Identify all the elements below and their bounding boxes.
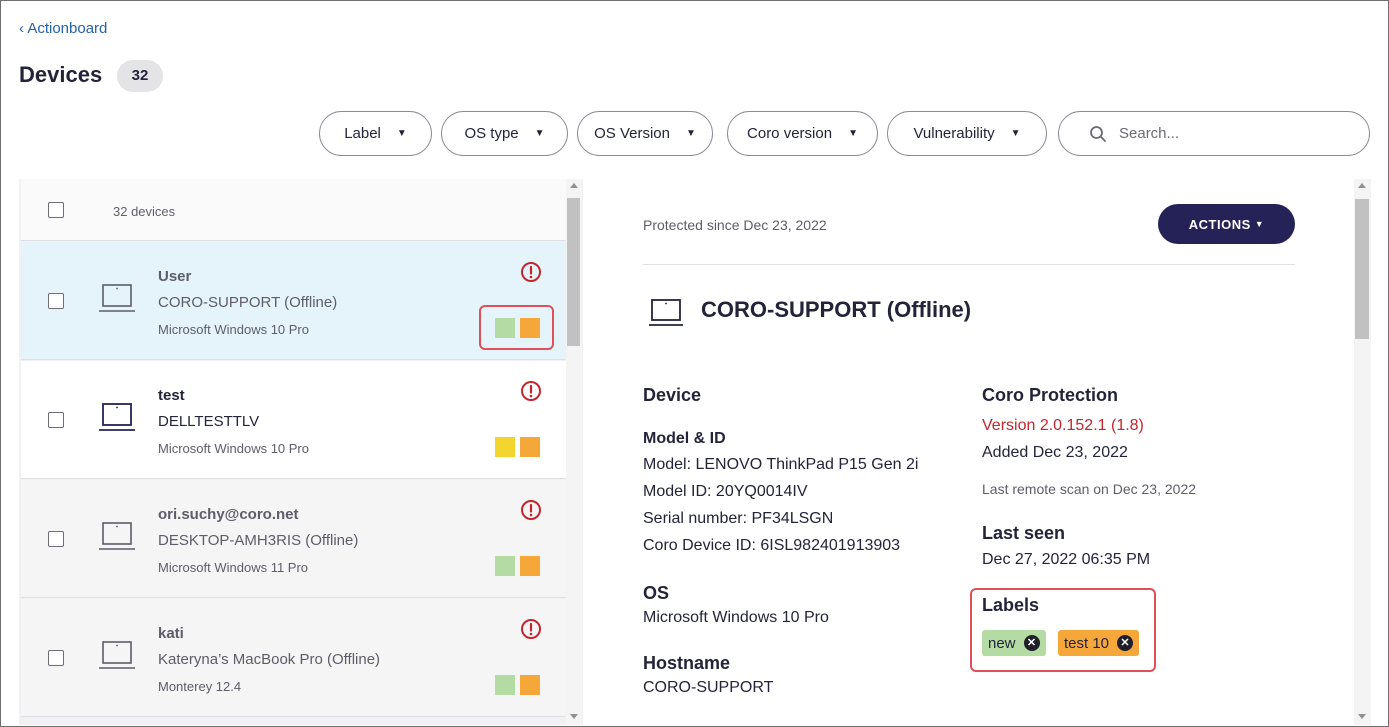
last-seen-heading: Last seen: [982, 523, 1066, 543]
detail-scrollbar-thumb[interactable]: [1355, 199, 1369, 339]
device-hostname: DELLTESTTLV: [158, 413, 260, 430]
device-title: CORO-SUPPORT (Offline): [701, 297, 972, 322]
laptop-icon: [99, 641, 135, 669]
list-header: 32 devices: [21, 179, 566, 241]
actions-button[interactable]: ACTIONS ▼: [1158, 204, 1295, 244]
device-os: Microsoft Windows 10 Pro: [158, 322, 309, 337]
device-hostname: CORO-SUPPORT (Offline): [158, 294, 338, 311]
last-seen-value: Dec 27, 2022 06:35 PM: [982, 551, 1151, 568]
row-checkbox[interactable]: [48, 531, 64, 547]
coro-device-id-value: Coro Device ID: 6ISL982401913903: [643, 537, 901, 554]
chevron-down-icon: ▼: [685, 128, 696, 139]
list-scrollbar-thumb[interactable]: [567, 198, 580, 346]
filter-label[interactable]: Label ▼: [319, 111, 432, 156]
divider: [643, 264, 1295, 265]
label-color-square: [495, 556, 515, 576]
device-list: 32 devices User CORO-SUPPORT (Offline) M…: [21, 179, 566, 725]
search-box[interactable]: [1058, 111, 1370, 156]
device-row-kati[interactable]: kati Kateryna’s MacBook Pro (Offline) Mo…: [21, 599, 566, 717]
model-heading: Model & ID: [643, 430, 726, 447]
alert-icon: [521, 262, 541, 282]
device-count-badge: 32: [117, 60, 163, 92]
serial-number-value: Serial number: PF34LSGN: [643, 510, 834, 527]
filter-os-version[interactable]: OS Version ▼: [577, 111, 713, 156]
os-value: Microsoft Windows 10 Pro: [643, 609, 829, 626]
os-heading: OS: [643, 583, 670, 603]
filter-os-type-text: OS type: [464, 125, 519, 142]
label-color-square: [520, 675, 540, 695]
filter-vulnerability[interactable]: Vulnerability ▼: [887, 111, 1047, 156]
device-row-test[interactable]: test DELLTESTTLV Microsoft Windows 10 Pr…: [21, 361, 566, 479]
scroll-down-icon: [1358, 714, 1366, 719]
coro-protection-heading: Coro Protection: [982, 385, 1119, 405]
filter-label-text: Label: [344, 125, 381, 142]
device-hostname: Kateryna’s MacBook Pro (Offline): [158, 651, 381, 668]
device-name: User: [158, 268, 192, 285]
chevron-down-icon: ▼: [848, 128, 858, 139]
device-name: kati: [158, 625, 184, 642]
filter-vulnerability-text: Vulnerability: [913, 125, 995, 142]
chevron-down-icon: ▼: [534, 128, 545, 139]
coro-version-link[interactable]: Version 2.0.152.1 (1.8): [982, 417, 1144, 435]
device-heading: Device: [643, 385, 702, 405]
device-row-user[interactable]: User CORO-SUPPORT (Offline) Microsoft Wi…: [21, 242, 566, 360]
device-os: Microsoft Windows 10 Pro: [158, 441, 309, 456]
scroll-up-icon: [570, 183, 578, 188]
device-detail-panel: Protected since Dec 23, 2022 ACTIONS ▼ C…: [583, 179, 1354, 725]
actions-label: ACTIONS: [1188, 216, 1251, 232]
hostname-heading: Hostname: [643, 653, 731, 673]
row-checkbox[interactable]: [48, 293, 64, 309]
select-all-checkbox[interactable]: [48, 202, 64, 218]
model-value: Model: LENOVO ThinkPad P15 Gen 2i: [643, 456, 919, 473]
device-name: test: [158, 387, 185, 404]
device-os: Microsoft Windows 11 Pro: [158, 560, 309, 575]
laptop-icon: [99, 403, 135, 431]
hostname-value: CORO-SUPPORT: [643, 679, 774, 696]
search-icon: [1090, 125, 1106, 142]
row-checkbox[interactable]: [48, 650, 64, 666]
alert-icon: [521, 619, 541, 639]
label-color-square: [495, 437, 515, 457]
device-name: ori.suchy@coro.net: [158, 506, 299, 523]
device-row-ori-suchy[interactable]: ori.suchy@coro.net DESKTOP-AMH3RIS (Offl…: [21, 480, 566, 598]
chevron-down-icon: ▼: [396, 128, 407, 139]
row-checkbox[interactable]: [48, 412, 64, 428]
scroll-down-icon: [570, 714, 578, 719]
device-count-label: 32 devices: [113, 204, 176, 219]
filter-coro-version-text: Coro version: [747, 125, 833, 142]
last-remote-scan: Last remote scan on Dec 23, 2022: [982, 481, 1197, 497]
alert-icon: [521, 381, 541, 401]
added-date: Added Dec 23, 2022: [982, 444, 1128, 461]
filter-os-type[interactable]: OS type ▼: [441, 111, 568, 156]
back-link-actionboard[interactable]: ‹ Actionboard: [19, 20, 107, 37]
page-title: Devices: [19, 62, 103, 87]
caret-down-icon: ▼: [1254, 219, 1265, 229]
device-os: Monterey 12.4: [158, 679, 242, 694]
highlight-box: [479, 305, 554, 350]
laptop-icon: [649, 299, 683, 326]
highlight-box: [970, 588, 1156, 672]
filter-os-version-text: OS Version: [594, 125, 670, 142]
laptop-icon: [99, 522, 135, 550]
scroll-up-icon: [1358, 183, 1366, 188]
search-input[interactable]: [1117, 124, 1337, 143]
label-color-square: [520, 437, 540, 457]
laptop-icon: [99, 284, 135, 312]
label-color-square: [495, 675, 515, 695]
chevron-down-icon: ▼: [1010, 128, 1021, 139]
protected-since: Protected since Dec 23, 2022: [643, 217, 827, 233]
filter-coro-version[interactable]: Coro version ▼: [727, 111, 878, 156]
model-id-value: Model ID: 20YQ0014IV: [643, 483, 808, 500]
device-hostname: DESKTOP-AMH3RIS (Offline): [158, 532, 359, 549]
label-color-square: [520, 556, 540, 576]
alert-icon: [521, 500, 541, 520]
